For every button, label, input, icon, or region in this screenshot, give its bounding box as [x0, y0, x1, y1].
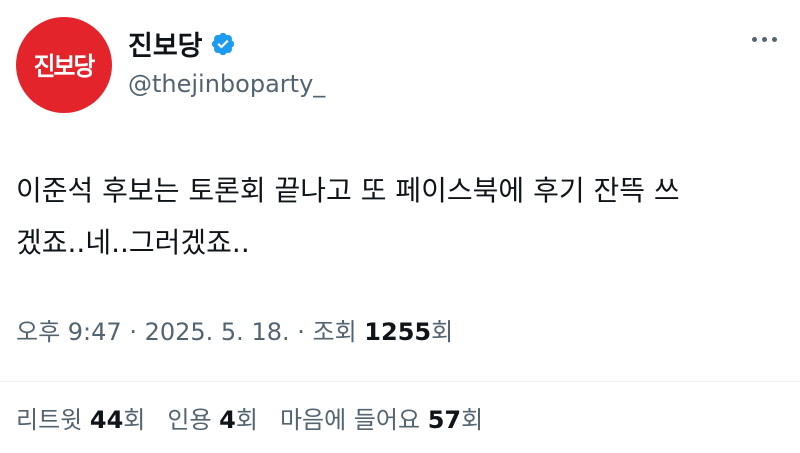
retweets-suffix: 회 — [123, 406, 146, 434]
tweet-meta: 오후 9:47 · 2025. 5. 18. · 조회 1255회 — [16, 312, 453, 347]
quotes-count: 4 — [219, 406, 236, 434]
more-options-icon[interactable] — [752, 37, 777, 42]
dot — [772, 37, 777, 42]
views-count: 1255 — [364, 318, 432, 346]
views-label: 조회 — [312, 318, 365, 346]
quotes-suffix: 회 — [235, 406, 258, 434]
retweets-stat[interactable]: 리트윗 44회 — [16, 400, 145, 435]
tweet-time[interactable]: 오후 9:47 — [16, 318, 122, 346]
quotes-stat[interactable]: 인용 4회 — [167, 400, 258, 435]
likes-suffix: 회 — [461, 406, 484, 434]
likes-stat[interactable]: 마음에 들어요 57회 — [280, 400, 483, 435]
separator: · — [289, 318, 313, 346]
avatar-logo-text: 진보당 — [34, 52, 96, 81]
tweet-text: 이준석 후보는 토론회 끝나고 또 페이스북에 후기 잔뜩 쓰 겠죠..네..그… — [16, 174, 680, 259]
likes-label: 마음에 들어요 — [279, 406, 428, 434]
avatar[interactable]: 진보당 — [16, 17, 112, 113]
account-name-row: 진보당 — [128, 24, 236, 63]
display-name[interactable]: 진보당 — [128, 24, 203, 63]
verified-badge-icon — [210, 31, 236, 57]
account-handle[interactable]: @thejinboparty_ — [128, 70, 325, 98]
dot — [752, 37, 757, 42]
engagement-stats: 리트윗 44회 인용 4회 마음에 들어요 57회 — [16, 400, 483, 435]
quotes-label: 인용 — [167, 406, 220, 434]
retweets-label: 리트윗 — [16, 406, 90, 434]
retweets-count: 44 — [89, 406, 124, 434]
dot — [762, 37, 767, 42]
views-suffix: 회 — [431, 318, 454, 346]
likes-count: 57 — [427, 406, 462, 434]
separator: · — [121, 318, 145, 346]
divider — [0, 381, 800, 382]
tweet-date[interactable]: 2025. 5. 18. — [145, 318, 290, 346]
